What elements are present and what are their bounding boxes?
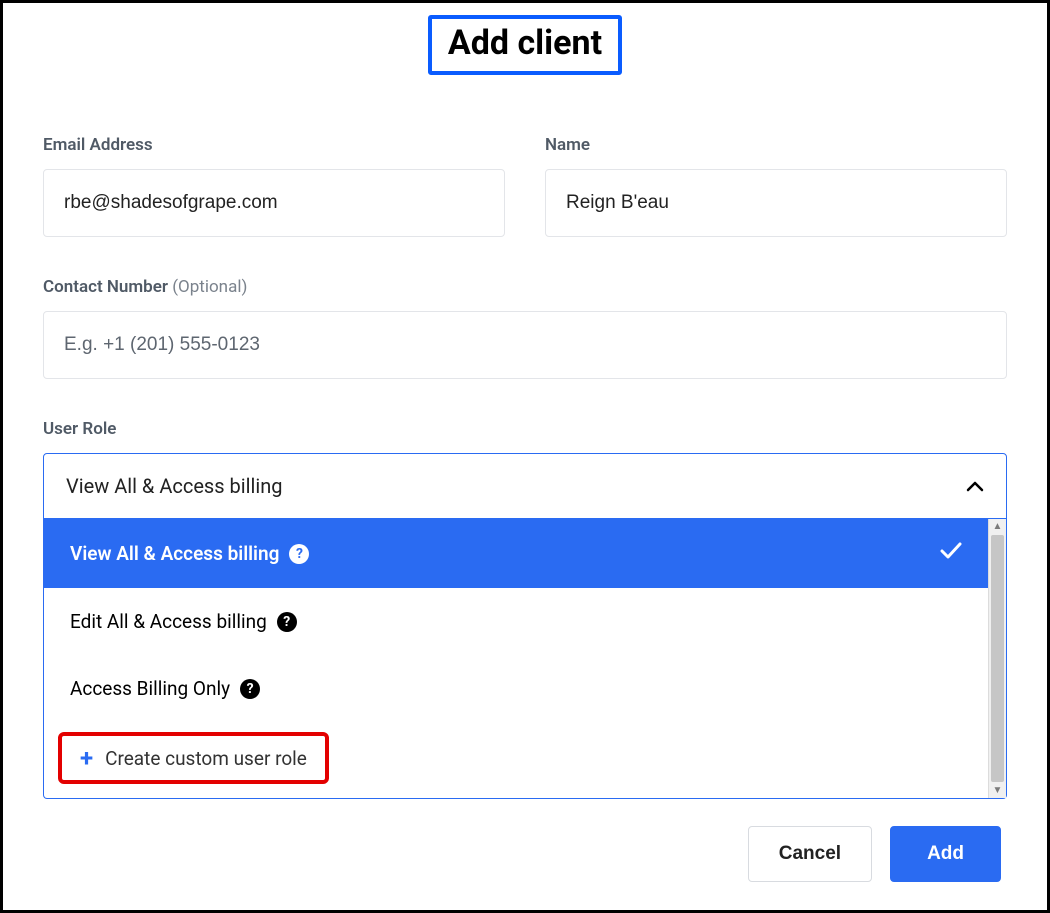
scrollbar-thumb[interactable] — [991, 535, 1004, 782]
role-group: User Role View All & Access billing View… — [43, 419, 1007, 799]
scroll-down-icon[interactable]: ▼ — [989, 785, 1006, 796]
role-option-view-all[interactable]: View All & Access billing ? — [44, 519, 988, 588]
create-custom-role-button[interactable]: + Create custom user role — [58, 732, 329, 784]
role-option-edit-all[interactable]: Edit All & Access billing ? — [44, 588, 988, 655]
add-button[interactable]: Add — [890, 826, 1001, 882]
role-dropdown: View All & Access billing ? Edit All & A… — [43, 519, 1007, 799]
contact-group: Contact Number (Optional) — [43, 277, 1007, 379]
email-group: Email Address — [43, 135, 505, 237]
cancel-button[interactable]: Cancel — [748, 826, 872, 882]
name-input[interactable] — [545, 169, 1007, 237]
role-option-billing-only[interactable]: Access Billing Only ? — [44, 655, 988, 722]
contact-label: Contact Number (Optional) — [43, 277, 1007, 297]
role-selected-value: View All & Access billing — [66, 474, 282, 498]
help-icon[interactable]: ? — [240, 679, 260, 699]
chevron-up-icon — [966, 474, 984, 498]
name-label: Name — [545, 135, 1007, 155]
email-input[interactable] — [43, 169, 505, 237]
help-icon[interactable]: ? — [277, 612, 297, 632]
dialog-title-highlight: Add client — [428, 15, 622, 75]
help-icon[interactable]: ? — [289, 544, 309, 564]
contact-input[interactable] — [43, 311, 1007, 379]
dropdown-scrollbar[interactable]: ▲ ▼ — [988, 519, 1006, 798]
dialog-actions: Cancel Add — [748, 826, 1001, 882]
dialog-header: Add client — [43, 13, 1007, 75]
name-group: Name — [545, 135, 1007, 237]
role-select[interactable]: View All & Access billing — [43, 453, 1007, 519]
role-label: User Role — [43, 419, 1007, 439]
email-label: Email Address — [43, 135, 505, 155]
check-icon — [940, 541, 962, 566]
plus-icon: + — [80, 746, 93, 770]
scroll-up-icon[interactable]: ▲ — [989, 521, 1006, 532]
dialog-title: Add client — [448, 23, 602, 63]
